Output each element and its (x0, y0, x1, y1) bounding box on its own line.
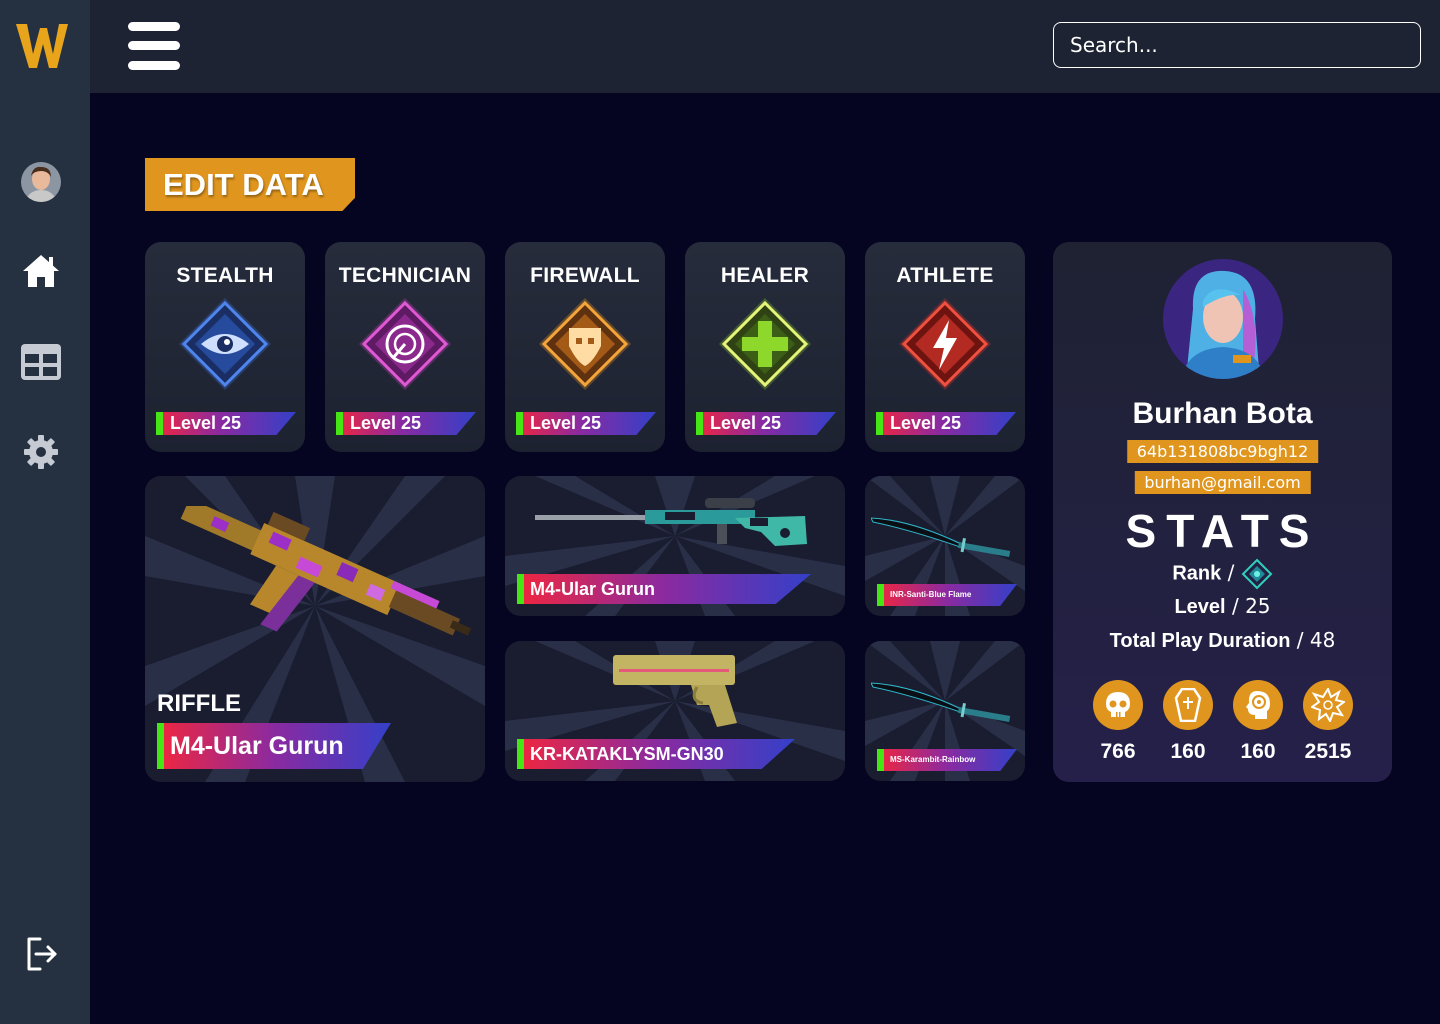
weapon-card-knife-1[interactable]: INR-Santi-Blue Flame (865, 476, 1025, 616)
rifle-image (180, 506, 472, 636)
headshot-icon (1233, 680, 1283, 730)
pistol-image (613, 655, 737, 727)
level-badge: Level 25 (336, 412, 476, 435)
skull-icon (1093, 680, 1143, 730)
skill-title: FIREWALL (530, 264, 640, 287)
skill-card-stealth[interactable]: STEALTH Level 25 (145, 242, 305, 452)
knife-image (871, 517, 1011, 557)
weapon-name-badge: KR-KATAKLYSM-GN30 (517, 739, 795, 769)
level-badge: Level 25 (696, 412, 836, 435)
skill-title: HEALER (720, 264, 810, 287)
stat-kills: 766 (1092, 680, 1144, 764)
lightning-icon (899, 298, 991, 390)
eye-icon (179, 298, 271, 390)
weapon-card-pistol[interactable]: KR-KATAKLYSM-GN30 (505, 641, 845, 781)
stat-damage: 2515 (1302, 680, 1354, 764)
edit-data-button[interactable]: EDIT DATA (145, 158, 355, 211)
skill-card-technician[interactable]: TECHNICIAN Level 25 (325, 242, 485, 452)
coffin-icon (1163, 680, 1213, 730)
weapon-name-badge: MS-Karambit-Rainbow (877, 749, 1017, 771)
skill-card-firewall[interactable]: FIREWALL Level 25 (505, 242, 665, 452)
dashboard-icon[interactable] (20, 341, 62, 383)
radar-icon (359, 298, 451, 390)
weapon-name-badge: M4-Ular Gurun (517, 574, 811, 604)
rank-badge-icon (1241, 558, 1273, 590)
weapon-name-badge: INR-Santi-Blue Flame (877, 584, 1017, 606)
logout-icon[interactable] (20, 933, 62, 975)
stat-deaths: 160 (1162, 680, 1214, 764)
weapon-card-knife-2[interactable]: MS-Karambit-Rainbow (865, 641, 1025, 781)
rank-row: Rank / (1053, 558, 1392, 590)
skill-card-healer[interactable]: HEALER Level 25 (685, 242, 845, 452)
sidebar (0, 0, 90, 1024)
profile-id: 64b131808bc9bgh12 (1126, 440, 1319, 463)
cross-icon (719, 298, 811, 390)
settings-gear-icon[interactable] (20, 431, 62, 473)
level-badge: Level 25 (516, 412, 656, 435)
knife-image (871, 682, 1011, 722)
user-avatar[interactable] (21, 162, 61, 202)
weapon-card-sniper[interactable]: M4-Ular Gurun (505, 476, 845, 616)
weapon-name-badge: M4-Ular Gurun (157, 723, 391, 769)
profile-name: Burhan Bota (1132, 397, 1313, 430)
weapon-type-label: RIFFLE (157, 690, 241, 717)
sniper-rifle-image (535, 498, 807, 546)
skill-title: STEALTH (176, 264, 274, 287)
hamburger-menu-icon[interactable] (128, 22, 180, 72)
play-duration-row: Total Play Duration / 48 (1109, 628, 1336, 652)
explosion-icon (1303, 680, 1353, 730)
shield-skull-icon (539, 298, 631, 390)
profile-avatar (1163, 259, 1283, 379)
weapon-card-primary[interactable]: RIFFLE M4-Ular Gurun (145, 476, 485, 782)
level-row: Level / 25 (1174, 594, 1271, 618)
skill-title: ATHLETE (896, 264, 994, 287)
skill-title: TECHNICIAN (338, 264, 472, 287)
profile-email: burhan@gmail.com (1134, 471, 1311, 494)
home-icon[interactable] (20, 250, 62, 292)
skill-card-athlete[interactable]: ATHLETE Level 25 (865, 242, 1025, 452)
stat-headshots: 160 (1232, 680, 1284, 764)
app-logo[interactable] (16, 20, 68, 72)
top-header (90, 0, 1440, 93)
stats-title: STATS (1125, 505, 1320, 557)
profile-card: Burhan Bota 64b131808bc9bgh12 burhan@gma… (1053, 242, 1392, 782)
level-badge: Level 25 (156, 412, 296, 435)
level-badge: Level 25 (876, 412, 1016, 435)
search-input[interactable] (1053, 22, 1421, 68)
